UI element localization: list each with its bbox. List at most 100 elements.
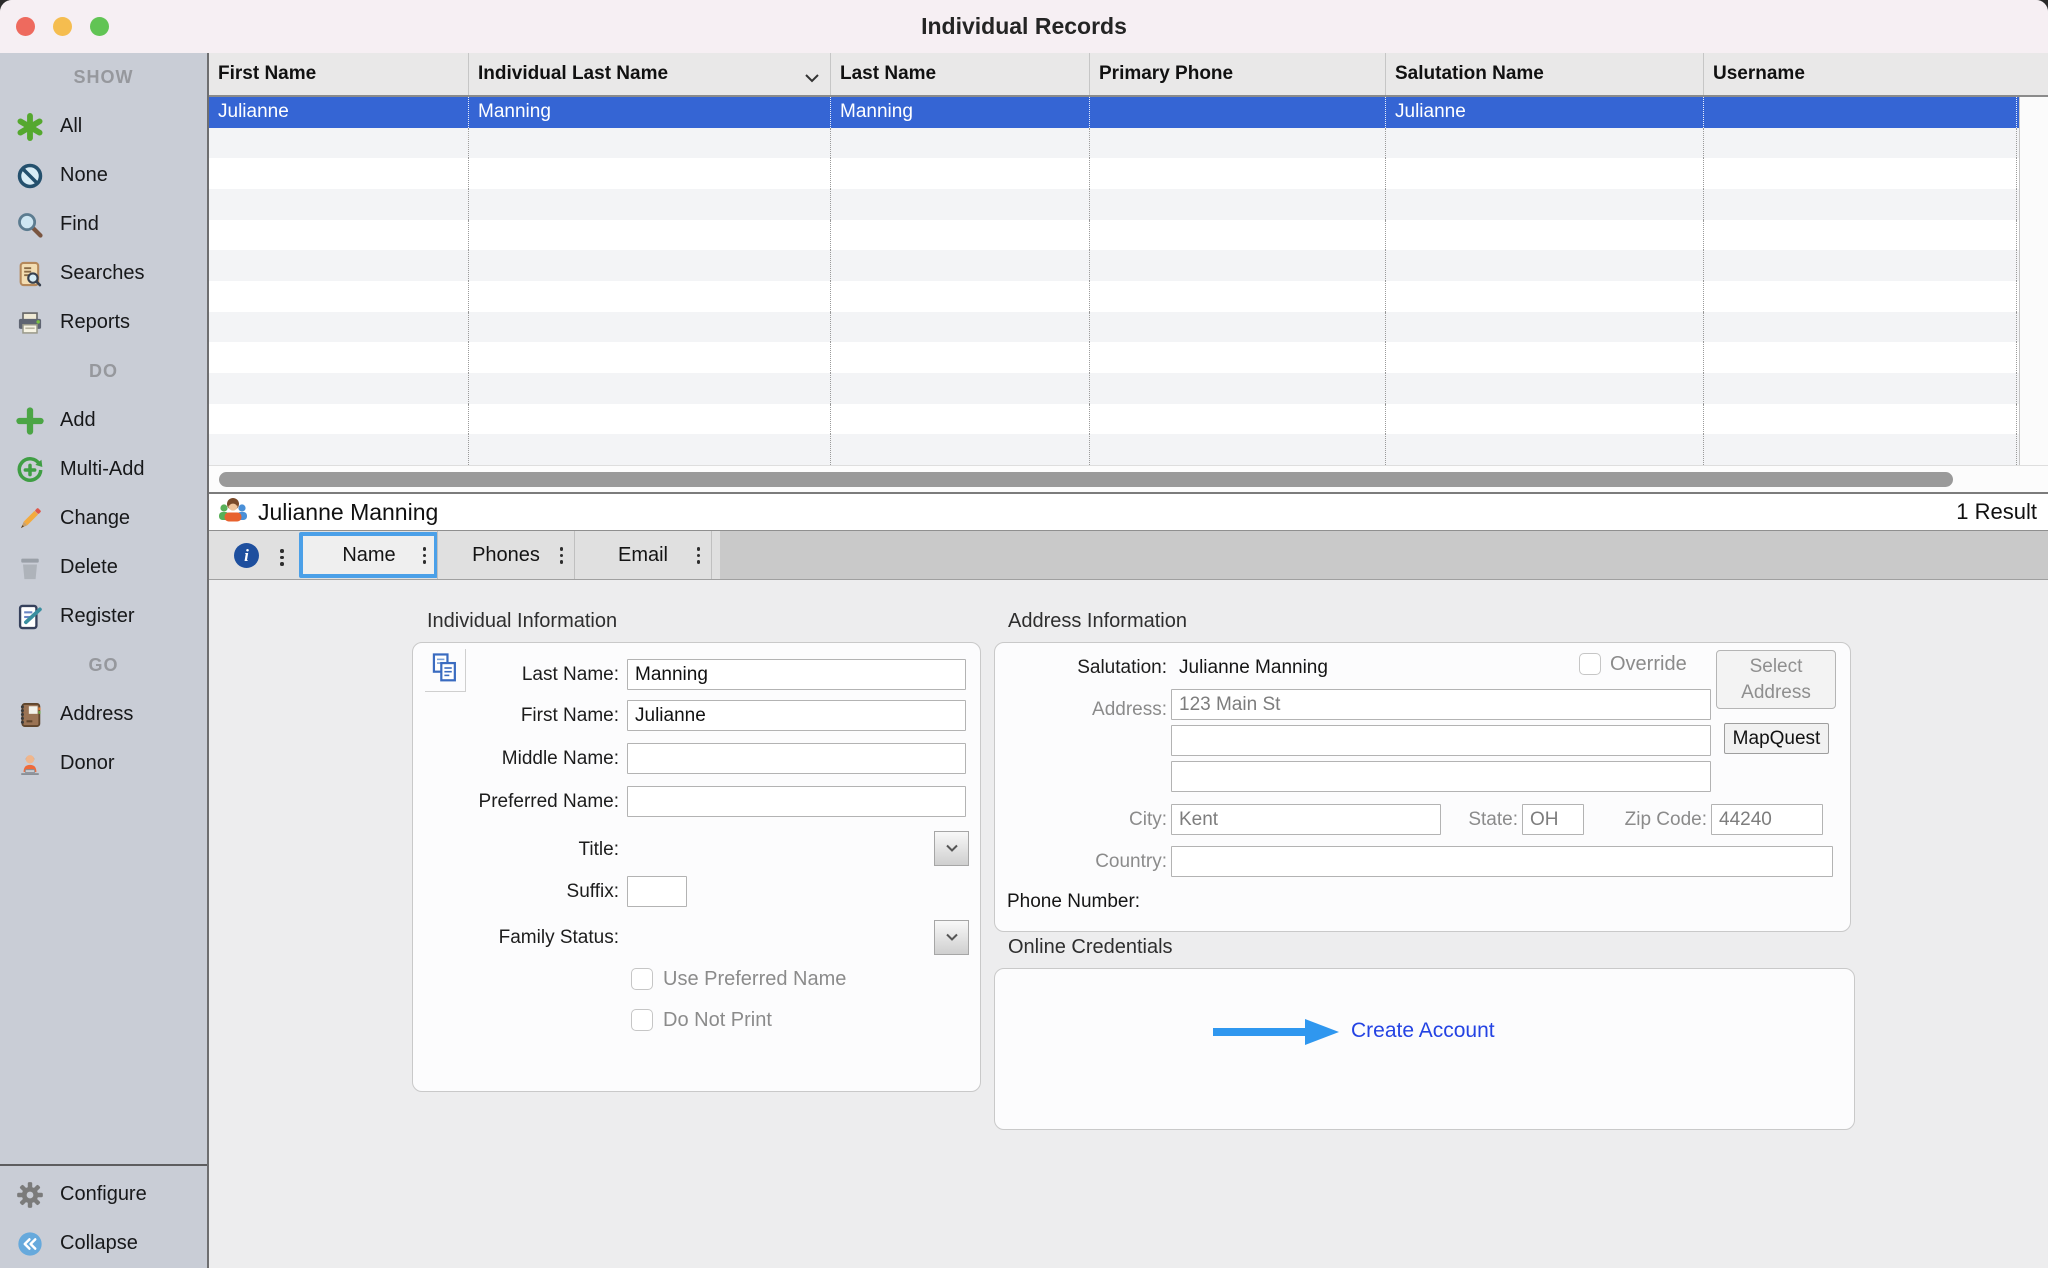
country-input[interactable] — [1171, 846, 1833, 877]
table-cell[interactable] — [1386, 220, 1704, 251]
table-cell[interactable] — [1090, 189, 1386, 220]
table-cell[interactable] — [1090, 342, 1386, 373]
sidebar-item-donor[interactable]: Donor — [0, 739, 207, 788]
sidebar-item-register[interactable]: Register — [0, 592, 207, 641]
column-header-individual-last-name[interactable]: Individual Last Name — [469, 53, 831, 95]
sidebar-item-find[interactable]: Find — [0, 200, 207, 249]
tab-email[interactable]: Email — [575, 531, 712, 579]
table-cell[interactable] — [831, 281, 1090, 312]
column-header-username[interactable]: Username — [1704, 53, 2017, 95]
table-cell[interactable]: Manning — [469, 97, 831, 128]
table-cell[interactable] — [1386, 250, 1704, 281]
table-cell[interactable] — [1386, 404, 1704, 435]
suffix-input[interactable] — [627, 876, 687, 907]
zip-code-input[interactable] — [1711, 804, 1823, 835]
table-row[interactable] — [209, 250, 2019, 281]
table-cell[interactable] — [469, 250, 831, 281]
drag-handle-icon[interactable] — [280, 549, 284, 566]
table-cell[interactable] — [831, 342, 1090, 373]
table-cell[interactable] — [1386, 281, 1704, 312]
sidebar-item-address[interactable]: Address — [0, 690, 207, 739]
table-row[interactable]: JulianneManningManningJulianne — [209, 97, 2019, 128]
create-account-link[interactable]: Create Account — [1351, 1019, 1495, 1043]
table-cell[interactable]: Julianne — [1386, 97, 1704, 128]
horizontal-scrollbar-thumb[interactable] — [219, 472, 1953, 487]
table-cell[interactable] — [1386, 158, 1704, 189]
table-cell[interactable] — [1090, 158, 1386, 189]
table-cell[interactable] — [1386, 342, 1704, 373]
sidebar-item-none[interactable]: None — [0, 151, 207, 200]
table-cell[interactable] — [831, 158, 1090, 189]
table-cell[interactable] — [831, 250, 1090, 281]
table-row[interactable] — [209, 434, 2019, 465]
table-cell[interactable] — [1090, 281, 1386, 312]
table-row[interactable] — [209, 189, 2019, 220]
mapquest-button[interactable]: MapQuest — [1724, 723, 1829, 754]
table-cell[interactable] — [1386, 312, 1704, 343]
sidebar-item-add[interactable]: Add — [0, 396, 207, 445]
table-row[interactable] — [209, 128, 2019, 159]
table-cell[interactable] — [1704, 97, 2017, 128]
table-cell[interactable] — [1386, 128, 1704, 159]
table-cell[interactable] — [209, 434, 469, 465]
table-cell[interactable] — [1704, 158, 2017, 189]
table-cell[interactable] — [469, 373, 831, 404]
table-cell[interactable] — [1704, 220, 2017, 251]
table-cell[interactable] — [1386, 434, 1704, 465]
table-cell[interactable] — [209, 312, 469, 343]
table-cell[interactable] — [1704, 373, 2017, 404]
first-name-input[interactable] — [627, 700, 966, 731]
tab-drag-handle-icon[interactable] — [560, 547, 564, 564]
table-cell[interactable] — [1704, 434, 2017, 465]
info-icon[interactable]: i — [234, 543, 259, 568]
family-status-dropdown-button[interactable] — [934, 920, 969, 955]
table-cell[interactable] — [1704, 189, 2017, 220]
table-cell[interactable] — [469, 281, 831, 312]
table-cell[interactable] — [1704, 128, 2017, 159]
tab-name[interactable]: Name — [301, 531, 438, 579]
table-cell[interactable] — [469, 434, 831, 465]
table-row[interactable] — [209, 158, 2019, 189]
table-cell[interactable] — [1704, 404, 2017, 435]
address-line2-input[interactable] — [1171, 725, 1711, 756]
table-cell[interactable] — [1704, 250, 2017, 281]
state-input[interactable] — [1522, 804, 1584, 835]
column-header-first-name[interactable]: First Name — [209, 53, 469, 95]
table-cell[interactable] — [469, 158, 831, 189]
table-row[interactable] — [209, 281, 2019, 312]
table-cell[interactable] — [1386, 189, 1704, 220]
table-cell[interactable] — [1090, 404, 1386, 435]
address-line1-input[interactable] — [1171, 689, 1711, 720]
table-row[interactable] — [209, 373, 2019, 404]
table-cell[interactable] — [209, 342, 469, 373]
tab-drag-handle-icon[interactable] — [423, 547, 427, 564]
table-cell[interactable] — [209, 281, 469, 312]
override-checkbox[interactable] — [1579, 653, 1601, 675]
table-row[interactable] — [209, 342, 2019, 373]
table-cell[interactable] — [1090, 434, 1386, 465]
table-cell[interactable] — [1704, 312, 2017, 343]
middle-name-input[interactable] — [627, 743, 966, 774]
table-cell[interactable] — [469, 342, 831, 373]
horizontal-scrollbar[interactable] — [209, 465, 2048, 492]
table-cell[interactable] — [1704, 281, 2017, 312]
table-cell[interactable] — [1704, 342, 2017, 373]
sidebar-item-multi-add[interactable]: Multi-Add — [0, 445, 207, 494]
table-cell[interactable] — [831, 373, 1090, 404]
table-cell[interactable] — [831, 189, 1090, 220]
table-cell[interactable] — [209, 189, 469, 220]
table-cell[interactable] — [1090, 97, 1386, 128]
table-row[interactable] — [209, 220, 2019, 251]
table-cell[interactable] — [831, 220, 1090, 251]
table-row[interactable] — [209, 312, 2019, 343]
address-line3-input[interactable] — [1171, 761, 1711, 792]
preferred-name-input[interactable] — [627, 786, 966, 817]
table-cell[interactable]: Julianne — [209, 97, 469, 128]
use-preferred-name-checkbox[interactable] — [631, 968, 653, 990]
title-dropdown-button[interactable] — [934, 831, 969, 866]
table-cell[interactable] — [1386, 373, 1704, 404]
table-cell[interactable]: Manning — [831, 97, 1090, 128]
do-not-print-checkbox[interactable] — [631, 1009, 653, 1031]
sidebar-item-configure[interactable]: Configure — [0, 1170, 207, 1219]
table-cell[interactable] — [831, 404, 1090, 435]
